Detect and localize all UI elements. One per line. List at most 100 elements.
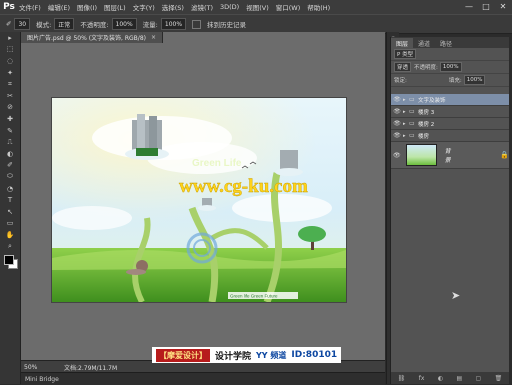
lock-row: 锁定: 填充: 100% bbox=[391, 74, 509, 87]
eye-icon[interactable]: 👁 bbox=[391, 108, 403, 115]
type-tool-icon[interactable]: T bbox=[0, 194, 20, 206]
tab-layers[interactable]: 图层 bbox=[391, 38, 414, 48]
layer-filter-row: P 类型 bbox=[391, 48, 509, 61]
window-controls: — □ ✕ bbox=[462, 1, 510, 12]
tab-paths[interactable]: 路径 bbox=[435, 38, 457, 48]
slice-tool-icon[interactable]: ✂ bbox=[0, 90, 20, 102]
dodge-tool-icon[interactable]: ◔ bbox=[0, 183, 20, 195]
eraser-icon[interactable]: ✐ bbox=[6, 20, 11, 28]
foreground-color[interactable] bbox=[4, 255, 14, 266]
trash-icon[interactable]: 🗑 bbox=[495, 375, 503, 382]
background-layer-row[interactable]: 👁 背景 🔒 bbox=[391, 142, 509, 169]
tutorial-watermark: 【摩爱设计】 设计学院 YY 频道 ID:80101 bbox=[152, 347, 342, 363]
history-brush-icon[interactable]: ◐ bbox=[0, 148, 20, 160]
layer-row[interactable]: 👁 ▸ ▭ 楼房 bbox=[391, 130, 509, 142]
brush-tool-icon[interactable]: ✎ bbox=[0, 125, 20, 137]
folder-icon: ▭ bbox=[409, 120, 415, 127]
menu-select[interactable]: 选择(S) bbox=[162, 2, 184, 12]
menu-type[interactable]: 文字(Y) bbox=[133, 2, 155, 12]
path-select-icon[interactable]: ↖ bbox=[0, 206, 20, 218]
panel-opacity-field[interactable]: 100% bbox=[439, 62, 462, 72]
gradient-tool-icon[interactable]: ⬭ bbox=[0, 171, 20, 183]
fx-icon[interactable]: fx bbox=[419, 375, 425, 382]
document-canvas[interactable]: Green Life www.cg-ku.com Green life Gree… bbox=[52, 98, 346, 302]
menu-window[interactable]: 窗口(W) bbox=[276, 2, 301, 12]
close-button[interactable]: ✕ bbox=[496, 1, 510, 12]
lock-label: 锁定: bbox=[394, 78, 407, 84]
menu-image[interactable]: 图像(I) bbox=[77, 2, 97, 12]
minimize-button[interactable]: — bbox=[462, 1, 476, 12]
flow-label: 流量: bbox=[142, 21, 158, 29]
layer-thumbnail bbox=[405, 144, 437, 166]
move-tool-icon[interactable]: ▸ bbox=[0, 32, 20, 44]
menu-view[interactable]: 视图(V) bbox=[246, 2, 269, 12]
menu-layer[interactable]: 图层(L) bbox=[104, 2, 126, 12]
canvas-brand-text: Green Life bbox=[192, 158, 242, 169]
document-tab-title: 图片广告.psd @ 50% (文字及装饰, RGB/8) bbox=[27, 35, 146, 42]
maximize-button[interactable]: □ bbox=[479, 1, 493, 12]
blend-mode-select[interactable]: 穿透 bbox=[394, 62, 412, 72]
erase-history-checkbox[interactable] bbox=[192, 19, 202, 29]
new-group-icon[interactable]: ▤ bbox=[456, 375, 462, 382]
menu-bar: Ps 文件(F) 编辑(E) 图像(I) 图层(L) 文字(Y) 选择(S) 滤… bbox=[0, 0, 512, 14]
document-tab[interactable]: 图片广告.psd @ 50% (文字及装饰, RGB/8) × bbox=[21, 32, 164, 43]
mini-bridge-tab[interactable]: Mini Bridge bbox=[25, 376, 59, 383]
menu-edit[interactable]: 编辑(E) bbox=[48, 2, 70, 12]
lasso-tool-icon[interactable]: ◌ bbox=[0, 55, 20, 67]
fill-field[interactable]: 100% bbox=[463, 75, 486, 85]
fill-label: 填充: bbox=[448, 78, 462, 84]
watermark-text: 设计学院 bbox=[215, 351, 252, 362]
shape-tool-icon[interactable]: ▭ bbox=[0, 218, 20, 230]
erase-history-label: 抹到历史记录 bbox=[207, 21, 247, 29]
cloud bbox=[52, 206, 132, 230]
tab-channels[interactable]: 通道 bbox=[413, 38, 435, 48]
menu-help[interactable]: 帮助(H) bbox=[307, 2, 330, 12]
marquee-tool-icon[interactable]: ⬚ bbox=[0, 44, 20, 56]
layer-row[interactable]: 👁 ▸ ▭ 楼房 2 bbox=[391, 118, 509, 130]
watermark-id: ID:80101 bbox=[291, 350, 338, 360]
link-layers-icon[interactable]: ⛓ bbox=[398, 375, 406, 382]
panel-tabs: 图层 通道 路径 bbox=[391, 37, 509, 48]
hand-tool-icon[interactable]: ✋ bbox=[0, 229, 20, 241]
flow-field[interactable]: 100% bbox=[160, 18, 187, 30]
menu-filter[interactable]: 滤镜(T) bbox=[191, 2, 213, 12]
document-info[interactable]: 文档:2.79M/11.7M bbox=[64, 363, 117, 372]
layer-row[interactable]: 👁 ▸ ▭ 楼房 3 bbox=[391, 106, 509, 118]
spot-heal-icon[interactable]: ⊘ bbox=[0, 102, 20, 114]
cloud bbox=[232, 194, 332, 222]
close-icon[interactable]: × bbox=[151, 34, 156, 41]
zoom-field[interactable]: 50% bbox=[24, 364, 44, 371]
background-layer-name: 背景 bbox=[444, 148, 451, 164]
layer-name: 文字及装饰 bbox=[418, 97, 446, 104]
eye-icon[interactable]: 👁 bbox=[391, 120, 403, 127]
color-swatches[interactable] bbox=[0, 252, 20, 274]
eyedropper-icon[interactable]: ✚ bbox=[0, 113, 20, 125]
layer-name: 楼房 bbox=[418, 133, 430, 140]
tools-panel: ▸ ⬚ ◌ ✦ ⌗ ✂ ⊘ ✚ ✎ ⎍ ◐ ✐ ⬭ ◔ T ↖ ▭ ✋ ⌕ bbox=[0, 32, 21, 384]
canvas-artwork: Green Life www.cg-ku.com Green life Gree… bbox=[52, 98, 346, 302]
opacity-field[interactable]: 100% bbox=[111, 18, 137, 30]
stamp-tool-icon[interactable]: ⎍ bbox=[0, 136, 20, 148]
eye-icon[interactable]: 👁 bbox=[391, 96, 403, 103]
mouse-cursor-icon: ➤ bbox=[451, 289, 461, 302]
layer-list: 👁 ▸ ▭ 文字及装饰 👁 ▸ ▭ 楼房 3 👁 ▸ ▭ 楼房 2 👁 ▸ ▭ … bbox=[391, 94, 509, 169]
new-layer-icon[interactable]: ▢ bbox=[476, 375, 482, 382]
menu-3d[interactable]: 3D(D) bbox=[220, 3, 239, 11]
zoom-tool-icon[interactable]: ⌕ bbox=[0, 241, 20, 253]
document-area: 图片广告.psd @ 50% (文字及装饰, RGB/8) × Green Li… bbox=[21, 32, 385, 385]
adjustment-icon[interactable]: ◐ bbox=[438, 375, 443, 382]
mode-select[interactable]: 正常 bbox=[54, 18, 75, 30]
canvas-footer-text: Green life Green Future bbox=[230, 294, 278, 299]
eraser-tool-icon[interactable]: ✐ bbox=[0, 160, 20, 172]
menu-file[interactable]: 文件(F) bbox=[19, 2, 41, 12]
layer-name: 楼房 2 bbox=[418, 121, 435, 128]
folder-icon: ▭ bbox=[409, 96, 415, 103]
crop-tool-icon[interactable]: ⌗ bbox=[0, 78, 20, 90]
photoshop-logo: Ps bbox=[3, 2, 15, 12]
kind-filter-select[interactable]: P 类型 bbox=[394, 49, 417, 59]
magic-wand-icon[interactable]: ✦ bbox=[0, 67, 20, 79]
eye-icon[interactable]: 👁 bbox=[391, 132, 403, 139]
eye-icon[interactable]: 👁 bbox=[391, 152, 403, 159]
brush-size-field[interactable]: 30 bbox=[14, 18, 31, 30]
layer-row[interactable]: 👁 ▸ ▭ 文字及装饰 bbox=[391, 94, 509, 106]
